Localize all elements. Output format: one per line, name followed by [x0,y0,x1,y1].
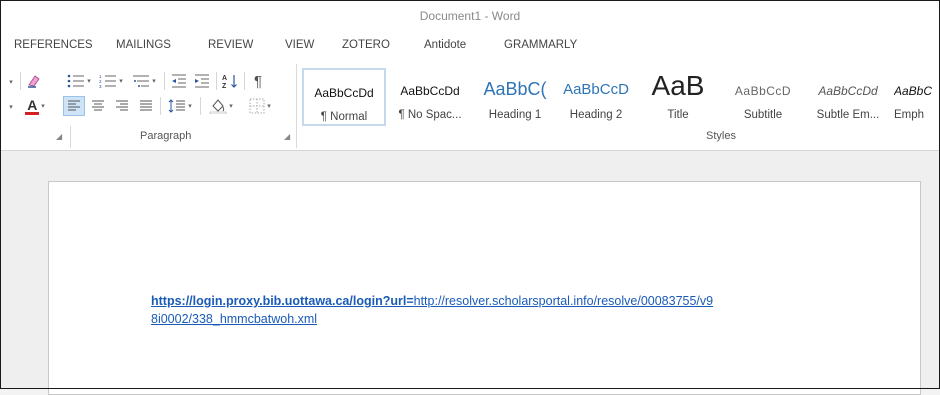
style-subtle-emphasis-sample: AaBbCcDd [818,84,878,98]
document-area: https://login.proxy.bib.uottawa.ca/login… [0,151,940,395]
style-emphasis-sample: AaBbC [894,84,933,98]
style-heading-1[interactable]: AaBbC( Heading 1 [474,68,556,126]
align-right-icon[interactable] [111,96,133,116]
highlight-dropdown-arrow[interactable]: ▾ [4,97,16,117]
increase-indent-icon[interactable] [191,71,213,91]
svg-text:Z: Z [222,83,227,89]
style-heading-2[interactable]: AaBbCcD Heading 2 [557,68,635,126]
document-page[interactable]: https://login.proxy.bib.uottawa.ca/login… [48,181,921,395]
tab-antidote[interactable]: Antidote [424,39,466,51]
style-normal-name: ¶ Normal [320,111,368,123]
font-color-button[interactable]: A ▾ [18,96,52,116]
center-icon[interactable] [87,96,109,116]
style-title-name: Title [667,109,689,121]
styles-group-label: Styles [706,130,736,142]
bullets-icon[interactable]: ▾ [64,71,94,91]
hyperlink-proxy-part[interactable]: https://login.proxy.bib.uottawa.ca/login… [151,294,414,308]
paragraph-group-label: Paragraph [140,130,192,142]
hyperlink[interactable]: https://login.proxy.bib.uottawa.ca/login… [151,292,851,328]
font-color-letter: A [27,97,38,113]
font-dialog-launcher-icon[interactable]: ◢ [56,132,62,141]
group-separator [296,64,297,148]
svg-text:A: A [222,75,227,82]
style-title-sample: AaB [651,70,705,101]
clear-formatting-icon[interactable] [24,71,44,91]
svg-text:3: 3 [99,84,102,88]
separator [160,97,161,115]
style-normal[interactable]: AaBbCcDd ¶ Normal [302,68,386,126]
style-no-spacing-sample: AaBbCcDd [400,84,460,98]
style-subtle-emphasis-name: Subtle Em... [816,109,880,121]
separator [20,72,21,90]
tab-review[interactable]: REVIEW [208,39,253,51]
style-subtitle-name: Subtitle [743,109,783,121]
font-dropdown-arrow[interactable]: ▾ [4,72,16,92]
justify-icon[interactable] [135,96,157,116]
paragraph-dialog-launcher-icon[interactable]: ◢ [284,132,290,141]
ribbon: ▾ ▾ A ▾ ▾ 1 2 3 ▾ ▾ AZ ¶ ▾ ▾ ▾ ◢ Paragra… [0,60,940,151]
hyperlink-url-part[interactable]: http://resolver.scholarsportal.info/reso… [414,294,713,308]
style-heading-1-sample: AaBbC( [483,79,547,99]
style-no-spacing[interactable]: AaBbCcDd ¶ No Spac... [388,68,472,126]
title-bar: Document1 - Word [0,0,940,32]
tab-zotero[interactable]: ZOTERO [342,39,390,51]
style-heading-1-name: Heading 1 [488,109,542,121]
style-heading-2-sample: AaBbCcD [563,81,629,98]
tab-grammarly[interactable]: GRAMMARLY [504,39,577,51]
style-emphasis-name: Emph [894,109,925,121]
ribbon-tabs: REFERENCES MAILINGS REVIEW VIEW ZOTERO A… [0,32,940,60]
separator [200,97,201,115]
numbering-icon[interactable]: 1 2 3 ▾ [96,71,126,91]
tab-view[interactable]: VIEW [285,39,314,51]
borders-icon[interactable]: ▾ [243,96,277,116]
align-left-icon[interactable] [63,96,85,116]
group-separator [70,126,71,148]
multilevel-list-icon[interactable]: ▾ [128,71,160,91]
style-title[interactable]: AaB Title [637,68,719,126]
separator [244,72,245,90]
style-subtitle-sample: AaBbCcD [734,84,792,98]
style-emphasis[interactable]: AaBbC Emph [890,68,940,126]
tab-mailings[interactable]: MAILINGS [116,39,171,51]
decrease-indent-icon[interactable] [168,71,190,91]
hyperlink-url-line2[interactable]: 8i0002/338_hmmcbatwoh.xml [151,312,317,326]
show-marks-icon[interactable]: ¶ [247,71,269,91]
separator [216,72,217,90]
style-no-spacing-name: ¶ No Spac... [398,109,462,121]
font-color-swatch [25,112,40,115]
sort-icon[interactable]: AZ [219,71,241,91]
style-subtitle[interactable]: AaBbCcD Subtitle [721,68,805,126]
style-subtle-emphasis[interactable]: AaBbCcDd Subtle Em... [807,68,889,126]
line-spacing-icon[interactable]: ▾ [163,96,197,116]
window-title: Document1 - Word [419,9,521,23]
tab-references[interactable]: REFERENCES [14,39,93,51]
style-normal-sample: AaBbCcDd [314,86,374,100]
shading-icon[interactable]: ▾ [203,96,239,116]
pilcrow-glyph: ¶ [253,72,263,90]
separator [164,72,165,90]
style-heading-2-name: Heading 2 [569,109,623,121]
